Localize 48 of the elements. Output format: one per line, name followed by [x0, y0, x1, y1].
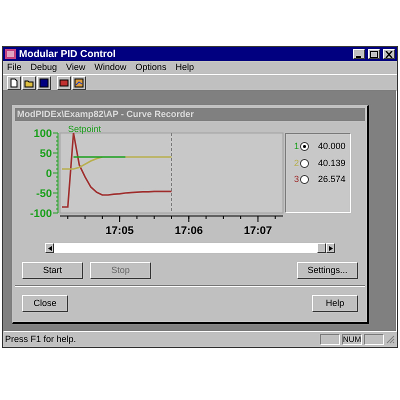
- maximize-icon[interactable]: [368, 49, 380, 59]
- radio-button[interactable]: [300, 142, 309, 152]
- menu-item[interactable]: Debug: [30, 60, 58, 74]
- curve-number: 3: [294, 173, 299, 186]
- recorder-icon[interactable]: [57, 76, 71, 90]
- close-icon[interactable]: [383, 49, 395, 59]
- curve-value: 40.000: [318, 140, 346, 153]
- app-icon: [5, 49, 16, 59]
- horizontal-scrollbar[interactable]: [45, 243, 335, 253]
- scroll-right-icon[interactable]: [326, 243, 335, 253]
- scroll-thumb[interactable]: [317, 243, 326, 253]
- y-tick-label: 0: [46, 168, 52, 180]
- status-panel: [320, 334, 340, 345]
- new-file-icon[interactable]: [7, 76, 21, 90]
- menu-item[interactable]: Window: [94, 60, 126, 74]
- y-tick-label: 100: [34, 128, 52, 140]
- menu-item[interactable]: Help: [175, 60, 194, 74]
- status-panel: NUM: [342, 334, 362, 345]
- dialog-button[interactable]: Help: [312, 295, 358, 312]
- save-disk-icon[interactable]: [37, 76, 51, 90]
- resize-grip-icon: [386, 335, 395, 344]
- dialog-button[interactable]: Start: [22, 262, 83, 279]
- y-tick-label: -100: [30, 208, 52, 220]
- y-tick-label: 50: [40, 148, 52, 160]
- status-text: Press F1 for help.: [5, 332, 78, 346]
- radio-button[interactable]: [300, 175, 309, 184]
- scroll-left-icon[interactable]: [45, 243, 54, 253]
- x-tick-label: 17:07: [244, 225, 272, 237]
- child-window-title: ModPIDEx\Examp82\AP - Curve Recorder: [17, 108, 194, 121]
- curve-value: 40.139: [318, 156, 346, 170]
- x-tick-label: 17:06: [174, 225, 203, 237]
- dialog-button[interactable]: Close: [22, 295, 68, 312]
- menu-item[interactable]: Options: [135, 60, 166, 74]
- menu-item[interactable]: File: [7, 60, 22, 74]
- y-tick-label: -50: [36, 188, 52, 200]
- dialog-button[interactable]: Settings...: [297, 262, 358, 279]
- window-title: Modular PID Control: [19, 48, 117, 62]
- menu-item[interactable]: View: [66, 60, 86, 74]
- curve-value: 26.574: [318, 173, 346, 186]
- minimize-icon[interactable]: [353, 49, 365, 59]
- radio-button[interactable]: [300, 158, 309, 168]
- series-label: Setpoint: [68, 125, 102, 134]
- curve-number: 1: [294, 140, 299, 153]
- curve-number: 2: [294, 156, 299, 170]
- x-tick-label: 17:05: [106, 225, 134, 237]
- chart-icon[interactable]: [72, 76, 86, 90]
- status-panel: [364, 334, 384, 345]
- open-folder-icon[interactable]: [22, 76, 36, 90]
